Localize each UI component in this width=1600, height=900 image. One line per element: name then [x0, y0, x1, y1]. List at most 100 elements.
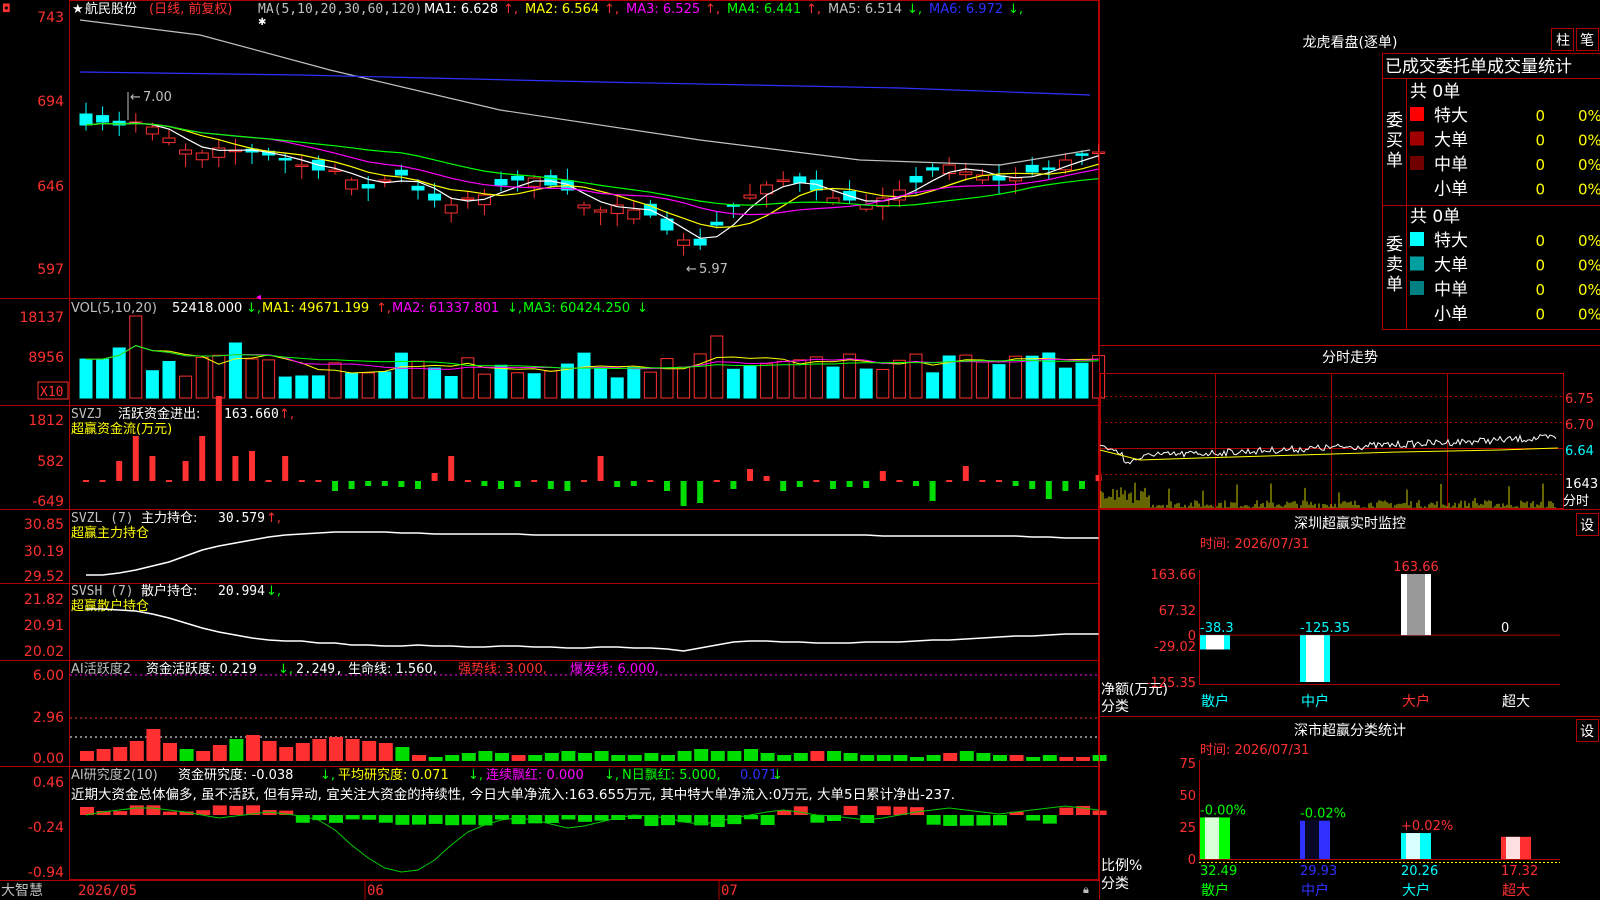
intraday-tick: 分时	[1563, 494, 1589, 509]
ai-research-arrow: ↓,	[320, 768, 335, 783]
volume-bar	[809, 356, 823, 399]
cls-setting-label[interactable]: 设	[1580, 724, 1594, 740]
volume-bar	[145, 370, 159, 399]
volume-bar	[262, 359, 276, 399]
svzj-bar	[896, 480, 903, 482]
candle-body	[909, 175, 923, 183]
svzj-bar	[398, 481, 405, 487]
cls-tick: 50	[1179, 789, 1196, 804]
ai-research-bar	[445, 815, 460, 826]
volume-bar	[428, 367, 442, 399]
candle-body	[345, 179, 359, 190]
svzj-bar	[863, 481, 870, 488]
svzj-bar	[514, 481, 521, 487]
svzl-tick: 30.19	[24, 544, 64, 560]
ai-active-bar	[362, 741, 377, 761]
ai-research-bar	[1042, 815, 1057, 824]
ai-research-bar	[876, 806, 891, 815]
date-axis: 大智慧 2026/05 06 07 🔒︎	[1, 881, 1089, 900]
volume-bar	[511, 372, 525, 399]
monitor-value-label: 0	[1501, 621, 1509, 636]
ai-active-bar	[827, 751, 841, 761]
vol-arrow: ↓,	[507, 301, 522, 316]
ai-active-bar	[1009, 755, 1024, 761]
svsh-pane[interactable]: SVSH (7) 散户持仓: 20.994 ↓, 超赢散户持仓 21.82 20…	[24, 583, 1099, 660]
sell-side: 委 卖 单 共 0单 特大 0 0% 大单 0 0% 中单 0 0% 小单 0 0%	[1386, 207, 1600, 325]
ai-active-bar	[345, 739, 360, 761]
svzj-bar	[232, 456, 239, 481]
intraday-tick: 6.75	[1565, 392, 1594, 407]
monitor-tick: 163.66	[1151, 568, 1197, 583]
svsh-tick: 20.91	[24, 618, 64, 634]
ai-research-t3: 连续飘红: 0.000	[486, 767, 584, 783]
intraday-tick: 1643	[1565, 477, 1598, 492]
svzj-bar	[730, 481, 737, 489]
ai-active-bar	[926, 755, 941, 761]
cls-category: 中户	[1301, 882, 1329, 899]
intraday-tick: 6.64	[1565, 444, 1594, 459]
volume-bar	[677, 366, 691, 399]
ai-active-bar	[395, 747, 410, 761]
ma-legend-arrow: ↓,	[907, 2, 922, 17]
svzj-bar	[597, 456, 604, 481]
svzj-bar	[415, 481, 421, 489]
svzj-pane[interactable]: SVZJ 活跃资金进出: 163.660 ↑, 超赢资金流(万元) 1812 5…	[28, 396, 1102, 510]
stock-name[interactable]: 航民股份	[85, 1, 137, 17]
brand[interactable]: 大智慧	[1, 883, 43, 899]
svzj-bar	[464, 480, 471, 482]
menu-icon[interactable]: ◘	[2, 2, 11, 15]
cls-value-label: 29.93	[1300, 864, 1337, 879]
favorite-star-icon[interactable]: ★	[72, 2, 84, 17]
ai-active-bar	[196, 751, 211, 761]
date-tick: 2026/05	[78, 883, 137, 899]
candle-body	[1025, 164, 1039, 173]
ai-research-bar	[345, 815, 360, 820]
svzj-bar	[315, 480, 322, 482]
candle-body	[394, 169, 408, 176]
candle-body	[1009, 177, 1023, 182]
chart-mode[interactable]: (日线, 前复权)	[149, 1, 232, 17]
ai-research-bar	[113, 811, 128, 815]
order-size-swatch	[1410, 156, 1424, 170]
monitor-setting-label[interactable]: 设	[1580, 518, 1594, 534]
ai-active-pane[interactable]: AI活跃度2 资金活跃度: 0.219 ↓, 2.249, 生命线: 1.560…	[33, 661, 1107, 767]
ai-research-pane[interactable]: AI研究度2(10) 资金研究度: -0.038 ↓, 平均研究度: 0.071…	[28, 767, 1107, 881]
ai-research-bar	[1026, 815, 1041, 821]
order-pct: 0%	[1578, 156, 1600, 174]
svzl-pane[interactable]: SVZL (7) 主力持仓: 30.579 ↑, 超赢主力持仓 30.85 30…	[24, 511, 1099, 585]
volume-bar	[477, 373, 491, 399]
ma-line	[85, 122, 1099, 229]
svzj-bar	[116, 461, 123, 481]
volume-bar	[577, 352, 591, 399]
svzj-bar	[1079, 481, 1085, 489]
price-tick: 743	[37, 10, 64, 26]
price-pane[interactable]: ◘ 743 694 646 597 ★ 航民股份 (日线, 前复权) MA(5,…	[2, 1, 1106, 303]
ai-active-bar	[495, 753, 509, 761]
volume-bar	[594, 367, 608, 399]
volume-bar	[926, 372, 940, 399]
tab-bi-label[interactable]: 笔	[1580, 33, 1594, 49]
ma-legend-arrow: ↑,	[604, 2, 619, 17]
volume-bar	[760, 363, 774, 399]
ai-active-bar	[511, 755, 526, 761]
order-count: 0	[1535, 306, 1545, 324]
candle-body	[776, 179, 790, 182]
buy-side: 委 买 单 共 0单 特大 0 0% 大单 0 0% 中单 0 0% 小单 0 0%	[1386, 82, 1600, 200]
volume-bar	[693, 353, 707, 399]
intraday-avg-line	[1099, 447, 1559, 461]
lock-icon[interactable]: 🔒︎	[1083, 883, 1089, 896]
svzj-bar	[547, 481, 554, 489]
order-size-label: 小单	[1434, 180, 1468, 200]
ai-active-bar	[246, 735, 260, 761]
svzj-bar	[713, 480, 720, 482]
ai-research-bar	[760, 815, 775, 826]
volume-bar	[212, 354, 226, 399]
volume-bar	[826, 366, 840, 399]
ai-research-t2: 平均研究度: 0.071	[338, 767, 449, 783]
tab-zhu-label[interactable]: 柱	[1556, 33, 1570, 49]
ai-active-bar	[461, 753, 476, 761]
ai-active-bar	[96, 749, 111, 761]
stats-header: 已成交委托单成交量统计	[1385, 57, 1572, 77]
volume-pane[interactable]: VOL(5,10,20) 52418.000 ↓, MA1: 49671.199…	[19, 301, 1106, 400]
volume-bar	[311, 375, 325, 399]
